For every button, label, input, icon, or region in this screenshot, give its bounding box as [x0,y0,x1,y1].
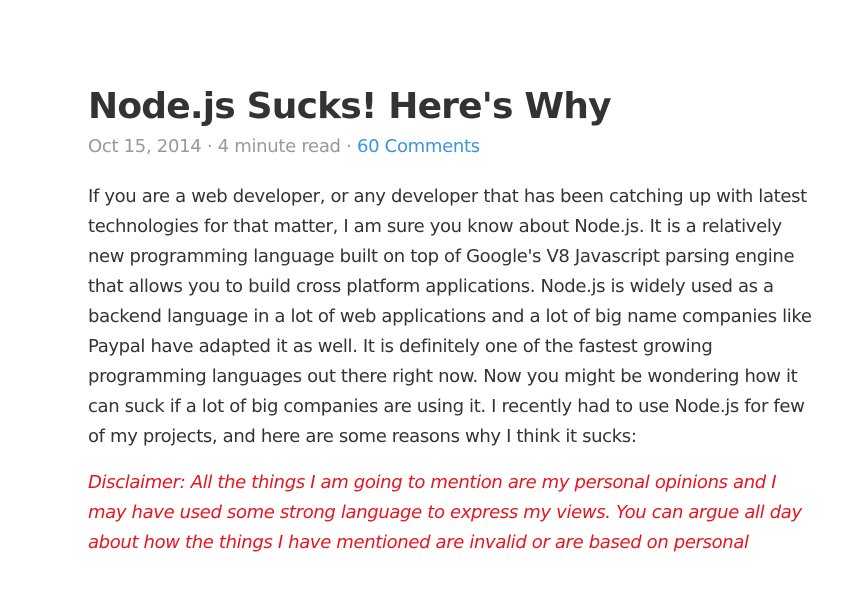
disclaimer-paragraph: Disclaimer: All the things I am going to… [88,472,802,553]
read-time: 4 minute read [217,136,341,157]
comments-link[interactable]: 60 Comments [357,136,480,157]
blog-post: Node.js Sucks! Here's Why Oct 15, 2014 ·… [88,84,818,574]
post-body: If you are a web developer, or any devel… [88,182,818,558]
post-title: Node.js Sucks! Here's Why [88,86,612,127]
post-date: Oct 15, 2014 [88,136,202,157]
meta-separator: · [340,136,357,157]
post-paragraph: If you are a web developer, or any devel… [88,186,812,447]
meta-separator: · [201,136,218,157]
post-meta: Oct 15, 2014 · 4 minute read · 60 Commen… [88,134,818,160]
